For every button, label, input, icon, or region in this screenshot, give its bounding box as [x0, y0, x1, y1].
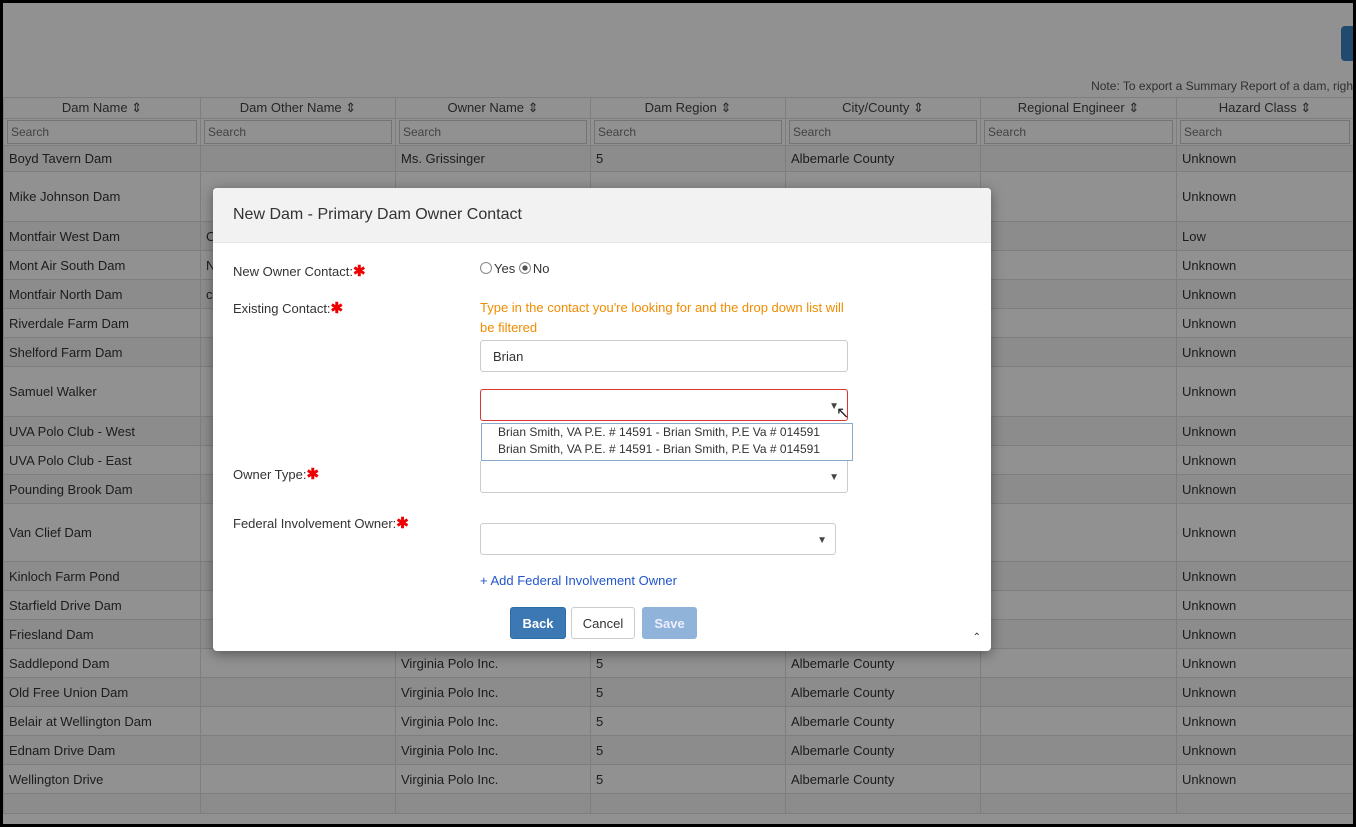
chevron-down-icon: ▼ [829, 472, 839, 483]
required-icon: ✱ [352, 263, 366, 280]
cancel-button[interactable]: Cancel [571, 607, 635, 639]
save-button[interactable]: Save [642, 607, 697, 639]
filter-hint: Type in the contact you're looking for a… [480, 300, 844, 335]
yes-radio[interactable] [480, 262, 492, 274]
federal-involvement-select[interactable]: ▼ [480, 523, 836, 555]
modal-title: New Dam - Primary Dam Owner Contact [233, 206, 522, 223]
contact-filter-input[interactable]: Brian [480, 340, 848, 372]
new-owner-radio-group: Yes No [480, 261, 549, 276]
required-icon: ✱ [306, 466, 320, 483]
federal-involvement-label-text: Federal Involvement Owner: [233, 516, 397, 531]
chevron-down-icon: ▼ [817, 535, 827, 546]
back-button[interactable]: Back [510, 607, 566, 639]
contact-option[interactable]: Brian Smith, VA P.E. # 14591 - Brian Smi… [482, 424, 852, 441]
browser-viewport: Note: To export a Summary Report of a da… [3, 3, 1353, 824]
existing-contact-label: Existing Contact:✱ [233, 299, 343, 317]
new-owner-contact-label: New Owner Contact:✱ [233, 262, 366, 280]
yes-radio-label: Yes [494, 261, 516, 276]
contact-options-list: Brian Smith, VA P.E. # 14591 - Brian Smi… [481, 423, 853, 461]
existing-contact-label-text: Existing Contact: [233, 301, 331, 316]
required-icon: ✱ [396, 515, 409, 532]
no-radio-label: No [532, 261, 550, 276]
modal-header: New Dam - Primary Dam Owner Contact [213, 188, 991, 243]
existing-contact-select[interactable]: ▼ [480, 389, 848, 421]
owner-type-select[interactable]: ▼ [480, 461, 848, 493]
scroll-up-icon[interactable]: ⌃ [973, 632, 981, 643]
owner-type-label: Owner Type:✱ [233, 465, 319, 483]
owner-type-label-text: Owner Type: [233, 467, 307, 482]
no-radio[interactable] [518, 262, 531, 274]
mouse-pointer-icon: ↖ [836, 405, 850, 422]
owner-contact-modal: New Dam - Primary Dam Owner Contact New … [213, 188, 991, 651]
contact-option[interactable]: Brian Smith, VA P.E. # 14591 - Brian Smi… [482, 441, 852, 458]
add-federal-owner-link[interactable]: + Add Federal Involvement Owner [480, 573, 677, 588]
required-icon: ✱ [330, 300, 344, 317]
federal-involvement-label: Federal Involvement Owner:✱ [233, 514, 409, 532]
new-owner-contact-label-text: New Owner Contact: [233, 264, 353, 279]
